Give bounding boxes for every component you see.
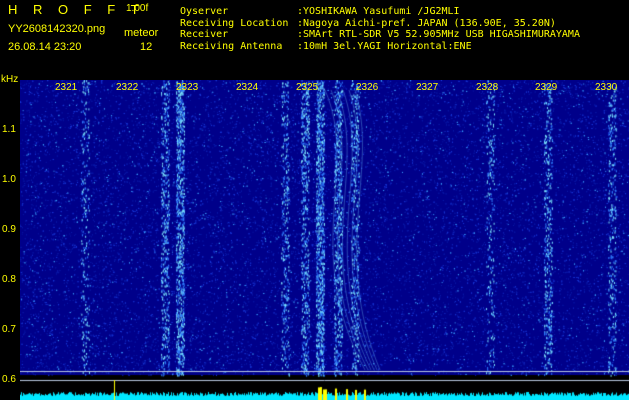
x-tick-label: 2330 (595, 82, 618, 93)
info-value: :Nagoya Aichi-pref. JAPAN (136.90E, 35.2… (297, 17, 556, 29)
x-tick-label: 2322 (116, 82, 139, 93)
station-info: Oyserver :YOSHIKAWA Yasufumi /JG2MLI Rec… (180, 6, 580, 52)
y-tick-label: 0.9 (2, 224, 16, 235)
info-key: Oyserver (180, 6, 229, 17)
meteor-count: 12 (140, 41, 153, 53)
app-version: 1.00f (126, 3, 149, 14)
info-row-receiver: Receiver :SMArt RTL-SDR V5 52.905MHz USB… (180, 29, 580, 41)
image-filename: YY2608142320.png (8, 23, 106, 35)
y-tick-label: 1.0 (2, 174, 16, 185)
app-brand: H R O F F T (8, 2, 145, 17)
meteor-label: meteor (124, 27, 159, 39)
y-tick-label: 0.6 (2, 374, 16, 385)
x-tick-label: 2324 (236, 82, 259, 93)
y-tick-label: 0.8 (2, 274, 16, 285)
x-tick-label: 2321 (55, 82, 78, 93)
info-key: Receiving Location (180, 17, 289, 29)
info-value: :10mH 3el.YAGI Horizontal:ENE (297, 40, 472, 52)
x-tick-label: 2323 (176, 82, 199, 93)
info-row-antenna: Receiving Antenna :10mH 3el.YAGI Horizon… (180, 41, 580, 53)
info-row-location: Receiving Location :Nagoya Aichi-pref. J… (180, 18, 580, 30)
x-tick-label: 2327 (416, 82, 439, 93)
x-tick-label: 2329 (535, 82, 558, 93)
info-key: Receiver (180, 29, 229, 40)
spectrogram-canvas (20, 80, 629, 400)
info-row-observer: Oyserver :YOSHIKAWA Yasufumi /JG2MLI (180, 6, 580, 18)
x-tick-label: 2326 (356, 82, 379, 93)
info-key: Receiving Antenna (180, 40, 283, 52)
y-tick-label: 0.7 (2, 324, 16, 335)
capture-datetime: 26.08.14 23:20 (8, 41, 82, 53)
info-value: :SMArt RTL-SDR V5 52.905MHz USB HIGASHIM… (297, 29, 580, 40)
y-tick-label: 1.1 (2, 124, 16, 135)
x-tick-label: 2328 (476, 82, 499, 93)
y-axis-unit: kHz (1, 74, 19, 85)
x-tick-label: 2325 (296, 82, 319, 93)
info-value: :YOSHIKAWA Yasufumi /JG2MLI (297, 6, 460, 17)
